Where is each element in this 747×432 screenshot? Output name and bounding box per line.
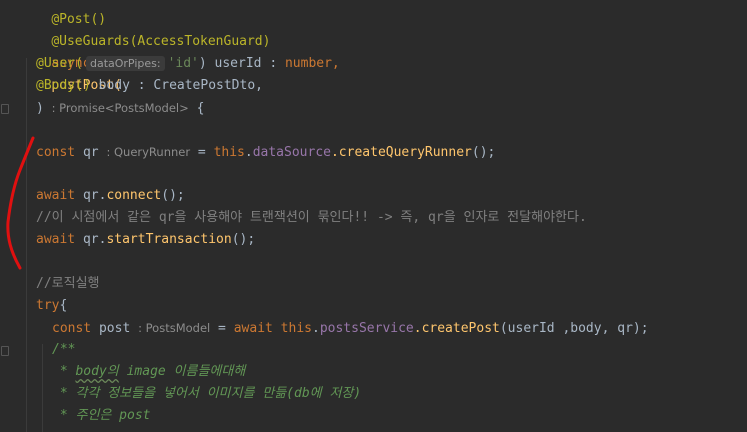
code-line[interactable]: await qr.connect(); [36,185,185,207]
param-text: ) userId : [198,56,285,71]
call-args: (userId ,body, qr); [499,321,649,336]
call-end: (); [471,145,496,160]
keyword: try [36,298,60,313]
code-line[interactable]: ) : Promise<PostsModel> { [36,97,204,119]
string-literal: 'id' [167,56,199,71]
call-end: (); [161,188,185,203]
line-comment: //로직실행 [36,276,100,291]
doc-comment: * 각각 정보들을 넣어서 이미지를 만듦(db에 저장) [52,386,362,401]
code-line[interactable]: @User(dataOrPipes:'id') userId : number, [36,53,340,75]
code-line[interactable]: async postPost( [20,31,121,93]
keyword: const [36,145,76,160]
code-line[interactable]: * 각각 정보들을 넣어서 이미지를 만듦(db에 저장) [52,383,361,405]
editor-gutter[interactable] [0,0,10,432]
fold-marker-icon[interactable] [1,104,9,114]
decorator-body: @Body() [36,78,91,93]
brace-open: { [59,298,68,313]
line-comment: //이 시점에서 같은 qr을 사용해야 트랜잭션이 묶인다!! -> 즉, q… [36,210,587,225]
code-line[interactable]: //이 시점에서 같은 qr을 사용해야 트랜잭션이 묶인다!! -> 즉, q… [36,207,587,229]
parameter-hint: dataOrPipes: [85,56,165,71]
field-name: dataSource [252,145,331,160]
code-line[interactable]: //로직실행 [36,273,100,295]
paren-close: ) [36,101,52,116]
code-line[interactable]: * body의 image 이름들에대해 [52,361,246,383]
keyword: this [213,145,245,160]
method-call: connect [106,188,162,203]
type-hint: : QueryRunner [106,145,191,159]
param-text: body : CreatePostDto, [90,78,263,93]
doc-comment-typo: body의 [75,364,119,379]
type-keyword: number, [284,56,340,71]
code-line[interactable]: @Body() body : CreatePostDto, [36,75,263,97]
decorator-user: @User( [36,56,83,71]
variable-name: post [91,321,139,336]
variable-name: qr [75,145,107,160]
code-line[interactable]: const qr : QueryRunner = this.dataSource… [36,141,495,163]
keyword: await [233,321,273,336]
field-name: postsService [319,321,414,336]
brace-open: { [188,101,205,116]
call-end: (); [231,232,256,247]
code-line[interactable]: @UseGuards(AccessTokenGuard) [20,9,270,49]
object-ref: qr. [75,188,107,203]
doc-comment: /** [52,342,76,357]
keyword: await [36,232,76,247]
dot: . [312,321,320,336]
keyword: const [52,321,92,336]
code-line[interactable]: const post : PostsModel = await this.pos… [52,317,649,339]
dot: . [244,145,253,160]
keyword: await [36,188,76,203]
code-line[interactable]: try{ [36,295,67,317]
operator: = [190,145,214,160]
fold-marker-icon[interactable] [1,346,9,356]
doc-comment: * 주인은 post [52,408,151,423]
operator: = [210,321,234,336]
object-ref: qr. [75,232,107,247]
doc-comment: * [52,364,76,379]
code-editor[interactable]: @Post() @UseGuards(AccessTokenGuard) asy… [0,0,747,432]
code-line[interactable]: /** [52,339,75,361]
method-call: .createQueryRunner [330,145,472,160]
red-pen-stroke [6,136,35,270]
return-type-hint: : Promise<PostsModel> [51,101,189,115]
keyword: this [272,321,312,336]
code-line[interactable]: * 주인은 post [52,405,151,427]
code-line[interactable]: await qr.startTransaction(); [36,229,255,251]
type-hint: : PostsModel [138,321,211,335]
doc-comment: image 이름들에대해 [118,364,246,379]
code-line[interactable]: @Post() [20,0,106,27]
indent-guide [42,344,43,432]
method-call: startTransaction [106,232,232,247]
method-call: .createPost [413,321,500,336]
